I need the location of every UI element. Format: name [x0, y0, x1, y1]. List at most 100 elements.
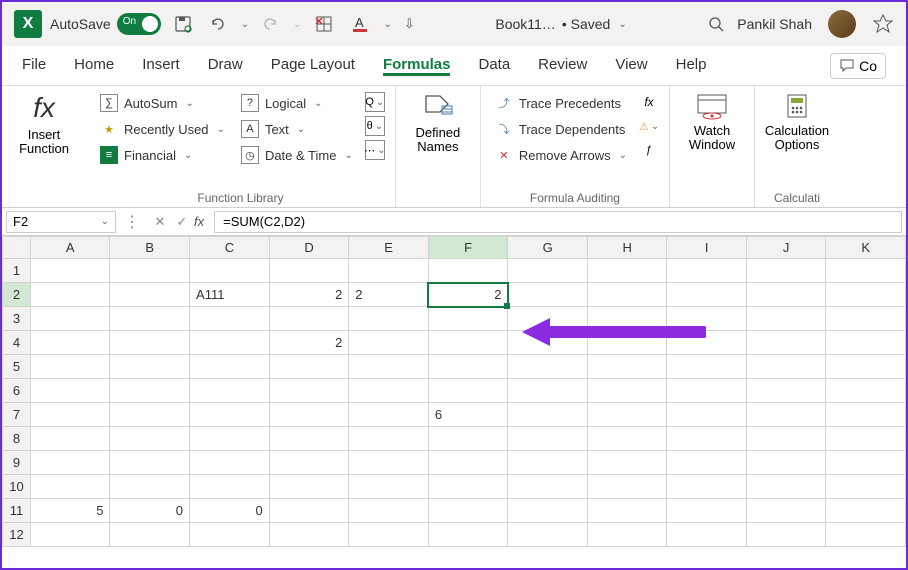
cell-K11[interactable] — [826, 499, 906, 523]
cell-D11[interactable] — [269, 499, 349, 523]
cell-C8[interactable] — [190, 427, 270, 451]
cell-C3[interactable] — [190, 307, 270, 331]
cancel-icon[interactable]: ✕ — [150, 214, 170, 230]
cell-E2[interactable]: 2 — [349, 283, 429, 307]
cell-G3[interactable] — [508, 307, 588, 331]
cell-D7[interactable] — [269, 403, 349, 427]
chevron-down-icon[interactable]: ⌄ — [618, 19, 626, 30]
row-header-8[interactable]: 8 — [3, 427, 31, 451]
cell-I1[interactable] — [667, 259, 747, 283]
user-name[interactable]: Pankil Shah — [737, 16, 812, 32]
cell-E3[interactable] — [349, 307, 429, 331]
cell-I4[interactable] — [667, 331, 747, 355]
search-icon[interactable] — [703, 15, 729, 33]
cell-F8[interactable] — [428, 427, 508, 451]
cell-H2[interactable] — [587, 283, 667, 307]
tab-review[interactable]: Review — [538, 56, 587, 75]
cell-E10[interactable] — [349, 475, 429, 499]
lookup-icon[interactable]: Q⌄ — [365, 92, 385, 112]
cell-A4[interactable] — [30, 331, 110, 355]
cell-B10[interactable] — [110, 475, 190, 499]
cell-G5[interactable] — [508, 355, 588, 379]
cell-I10[interactable] — [667, 475, 747, 499]
cell-C12[interactable] — [190, 523, 270, 547]
cell-I7[interactable] — [667, 403, 747, 427]
cell-I2[interactable] — [667, 283, 747, 307]
cell-H5[interactable] — [587, 355, 667, 379]
cell-B3[interactable] — [110, 307, 190, 331]
cell-I3[interactable] — [667, 307, 747, 331]
qat-more-icon[interactable]: ⇩ — [400, 16, 419, 32]
cell-C7[interactable] — [190, 403, 270, 427]
cell-K4[interactable] — [826, 331, 906, 355]
cell-I5[interactable] — [667, 355, 747, 379]
col-header-A[interactable]: A — [30, 237, 110, 259]
cell-K10[interactable] — [826, 475, 906, 499]
cell-J1[interactable] — [746, 259, 826, 283]
col-header-H[interactable]: H — [587, 237, 667, 259]
redo-icon[interactable] — [257, 15, 283, 33]
cell-G2[interactable] — [508, 283, 588, 307]
row-header-3[interactable]: 3 — [3, 307, 31, 331]
fill-handle[interactable] — [504, 303, 510, 309]
cell-E9[interactable] — [349, 451, 429, 475]
financial-button[interactable]: ≡Financial⌄ — [96, 144, 229, 166]
tab-formulas[interactable]: Formulas — [383, 56, 451, 76]
cell-C6[interactable] — [190, 379, 270, 403]
tab-insert[interactable]: Insert — [142, 56, 180, 75]
cell-G7[interactable] — [508, 403, 588, 427]
recently-used-button[interactable]: ★Recently Used⌄ — [96, 118, 229, 140]
cell-G8[interactable] — [508, 427, 588, 451]
cell-J5[interactable] — [746, 355, 826, 379]
cell-D10[interactable] — [269, 475, 349, 499]
cell-B7[interactable] — [110, 403, 190, 427]
cell-F1[interactable] — [428, 259, 508, 283]
cell-A2[interactable] — [30, 283, 110, 307]
cell-H10[interactable] — [587, 475, 667, 499]
tab-page-layout[interactable]: Page Layout — [271, 56, 355, 75]
undo-icon[interactable] — [205, 15, 231, 33]
row-header-4[interactable]: 4 — [3, 331, 31, 355]
row-header-9[interactable]: 9 — [3, 451, 31, 475]
cell-E8[interactable] — [349, 427, 429, 451]
cell-E7[interactable] — [349, 403, 429, 427]
cell-B4[interactable] — [110, 331, 190, 355]
cell-H3[interactable] — [587, 307, 667, 331]
cell-E1[interactable] — [349, 259, 429, 283]
chevron-down-icon[interactable]: ⌄ — [241, 19, 249, 30]
row-header-6[interactable]: 6 — [3, 379, 31, 403]
row-header-7[interactable]: 7 — [3, 403, 31, 427]
comments-button[interactable]: Co — [830, 53, 886, 79]
enter-icon[interactable]: ✓ — [172, 214, 192, 230]
trace-precedents-button[interactable]: ⤴Trace Precedents — [491, 92, 631, 114]
cell-H6[interactable] — [587, 379, 667, 403]
trace-dependents-button[interactable]: ⤵Trace Dependents — [491, 118, 631, 140]
cell-H1[interactable] — [587, 259, 667, 283]
cell-F10[interactable] — [428, 475, 508, 499]
cell-F12[interactable] — [428, 523, 508, 547]
cell-A1[interactable] — [30, 259, 110, 283]
cell-D3[interactable] — [269, 307, 349, 331]
cell-B8[interactable] — [110, 427, 190, 451]
cell-G10[interactable] — [508, 475, 588, 499]
tab-data[interactable]: Data — [478, 56, 510, 75]
cell-K9[interactable] — [826, 451, 906, 475]
cell-D8[interactable] — [269, 427, 349, 451]
cell-K1[interactable] — [826, 259, 906, 283]
col-header-C[interactable]: C — [190, 237, 270, 259]
tab-file[interactable]: File — [22, 56, 46, 75]
chevron-down-icon[interactable]: ⌄ — [384, 19, 392, 30]
cell-I9[interactable] — [667, 451, 747, 475]
row-header-10[interactable]: 10 — [3, 475, 31, 499]
tab-view[interactable]: View — [615, 56, 647, 75]
row-header-2[interactable]: 2 — [3, 283, 31, 307]
cell-F4[interactable] — [428, 331, 508, 355]
row-header-12[interactable]: 12 — [3, 523, 31, 547]
tab-home[interactable]: Home — [74, 56, 114, 75]
cell-G4[interactable] — [508, 331, 588, 355]
tab-draw[interactable]: Draw — [208, 56, 243, 75]
name-box[interactable]: F2 ⌄ — [6, 211, 116, 233]
cell-H7[interactable] — [587, 403, 667, 427]
cell-H4[interactable] — [587, 331, 667, 355]
cell-J8[interactable] — [746, 427, 826, 451]
